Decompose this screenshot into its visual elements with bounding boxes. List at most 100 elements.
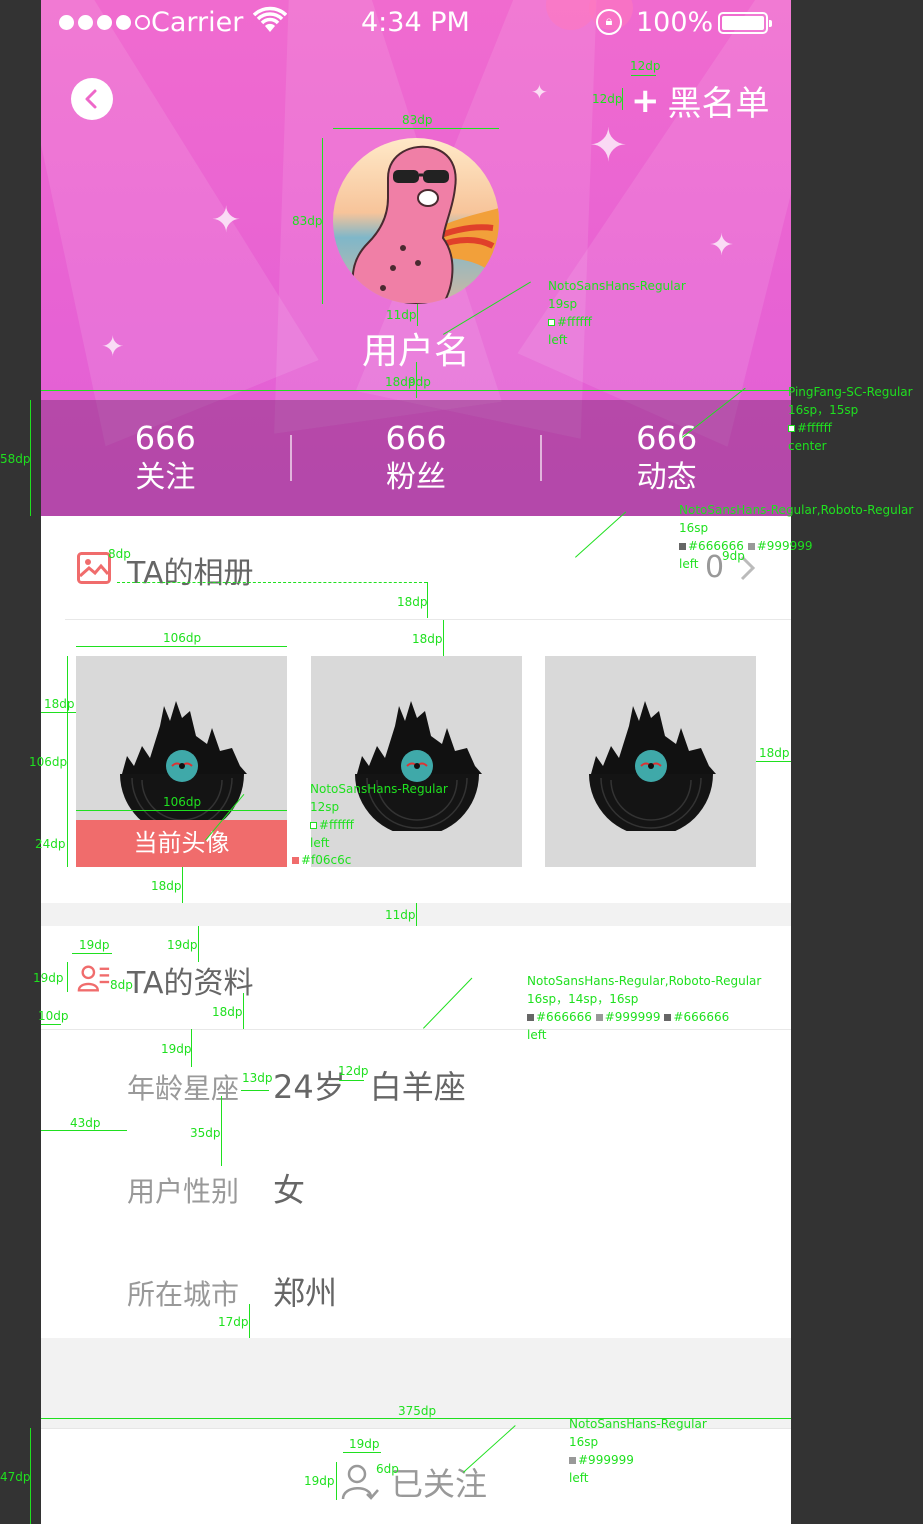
- album-photo[interactable]: [311, 656, 522, 867]
- measure-line: [339, 1080, 364, 1081]
- picture-icon: [77, 552, 111, 584]
- spec-label: PingFang-SC-Regular: [788, 385, 913, 399]
- info-value: 24岁: [273, 1068, 346, 1106]
- spec-label: 106dp: [163, 795, 202, 809]
- spec-label: 8dp: [110, 978, 133, 992]
- followed-label: 已关注: [391, 1465, 488, 1503]
- spec-label: 19dp: [349, 1437, 380, 1451]
- spec-label: 12dp: [338, 1064, 369, 1078]
- album-photo[interactable]: [545, 656, 756, 867]
- chevron-left-icon: [85, 89, 97, 109]
- spec-label: 83dp: [402, 113, 433, 127]
- info-value-2: 白羊座: [369, 1068, 466, 1106]
- monster-avatar-icon: [351, 145, 499, 304]
- stat-posts[interactable]: 666 动态: [542, 400, 791, 516]
- wifi-icon: [252, 5, 288, 42]
- stat-following[interactable]: 666 关注: [41, 400, 290, 516]
- blacklist-label: 黑名单: [667, 84, 770, 124]
- sparkle-icon: ✦: [211, 200, 242, 241]
- info-row-gender: 用户性别 女: [127, 1165, 305, 1211]
- spec-label: 9dp: [722, 549, 745, 563]
- measure-line: [182, 867, 183, 903]
- info-key: 所在城市: [127, 1278, 240, 1311]
- spec-label: 35dp: [190, 1126, 221, 1140]
- spec-label: 10dp: [38, 1009, 69, 1023]
- spec-label: 19dp: [79, 938, 110, 952]
- album-title: TA的相册: [127, 556, 254, 591]
- spec-label: center: [788, 439, 827, 453]
- measure-line: [221, 1096, 222, 1166]
- spec-label: 83dp: [292, 214, 323, 228]
- info-row-city: 所在城市 郑州: [127, 1268, 337, 1314]
- profile-header: ✦ ✦ ✦ ✦ ✦ Carrier 4:34 PM 🔒︎ 100% + 黑名单: [41, 0, 791, 516]
- back-button[interactable]: [71, 78, 113, 120]
- spec-label: 18dp: [44, 697, 75, 711]
- spec-label: 17dp: [218, 1315, 249, 1329]
- spec-label: 106dp: [163, 631, 202, 645]
- info-key: 用户性别: [127, 1175, 240, 1208]
- spec-label: 18dp: [212, 1005, 243, 1019]
- spec-label: 12sp: [310, 800, 340, 814]
- spec-label: NotoSansHans-Regular: [310, 782, 448, 796]
- spec-label: NotoSansHans-Regular: [548, 279, 686, 293]
- profile-screen: ✦ ✦ ✦ ✦ ✦ Carrier 4:34 PM 🔒︎ 100% + 黑名单: [41, 0, 791, 1524]
- spec-label: 18dp: [412, 632, 443, 646]
- album-photo[interactable]: 当前头像: [76, 656, 287, 867]
- measure-line: [336, 1462, 337, 1500]
- spec-label: 19dp: [33, 971, 64, 985]
- measure-line: [67, 962, 68, 992]
- spec-label: 12dp: [630, 59, 661, 73]
- spec-label: left: [548, 333, 568, 347]
- clock: 4:34 PM: [361, 7, 470, 38]
- measure-line: [416, 903, 417, 926]
- follow-bar: 已关注: [41, 1428, 791, 1524]
- sparkle-icon: ✦: [589, 118, 628, 172]
- signal-dots-icon: [59, 15, 150, 30]
- spec-label: 58dp: [0, 452, 31, 466]
- rotation-lock-icon: 🔒︎: [596, 9, 622, 35]
- spec-label: 24dp: [35, 837, 66, 851]
- spec-label: 13dp: [242, 1071, 273, 1085]
- vinyl-record-icon: [589, 701, 716, 831]
- spec-label: left: [310, 836, 330, 850]
- measure-line: [67, 820, 68, 867]
- spec-label: 375dp: [398, 1404, 437, 1418]
- sparkle-icon: ✦: [531, 80, 548, 104]
- divider: [65, 619, 791, 620]
- spec-label: 16sp: [679, 521, 709, 535]
- spec-label: #ffffff: [788, 419, 832, 437]
- measure-line: [249, 1304, 250, 1338]
- spec-label: 43dp: [70, 1116, 101, 1130]
- stat-label: 关注: [135, 460, 196, 495]
- spec-label: 47dp: [0, 1470, 31, 1484]
- measure-line: [631, 75, 656, 76]
- sparkle-icon: ✦: [709, 228, 735, 263]
- blacklist-button[interactable]: + 黑名单: [631, 76, 770, 125]
- stat-fans[interactable]: 666 粉丝: [292, 400, 541, 516]
- followed-button[interactable]: 已关注: [341, 1459, 487, 1505]
- spec-label: 18dp: [397, 595, 428, 609]
- spec-label: #ffffff: [310, 816, 354, 834]
- vinyl-record-icon: [355, 701, 482, 831]
- avatar[interactable]: [333, 138, 499, 304]
- profile-title: TA的资料: [127, 966, 254, 1001]
- measure-line: [117, 582, 427, 583]
- stats-bar: 666 关注 666 粉丝 666 动态: [41, 400, 791, 516]
- spec-label: #ffffff: [548, 313, 592, 331]
- measure-line: [198, 926, 199, 962]
- spec-label: 16sp，14sp，16sp: [527, 992, 639, 1006]
- measure-line: [243, 993, 244, 1029]
- spec-label: NotoSansHans-Regular,Roboto-Regular: [679, 503, 914, 517]
- spec-label: 106dp: [29, 755, 68, 769]
- spec-label: 19sp: [548, 297, 578, 311]
- spec-label: 12dp: [592, 92, 623, 106]
- divider: [41, 1029, 791, 1030]
- measure-line: [417, 304, 418, 326]
- spec-label: 19dp: [161, 1042, 192, 1056]
- battery-percent: 100%: [636, 7, 714, 38]
- plus-icon: +: [631, 80, 660, 121]
- spec-label: left: [527, 1028, 547, 1042]
- measure-line: [443, 620, 444, 656]
- info-value: 郑州: [273, 1274, 338, 1312]
- spec-label: 19dp: [304, 1474, 335, 1488]
